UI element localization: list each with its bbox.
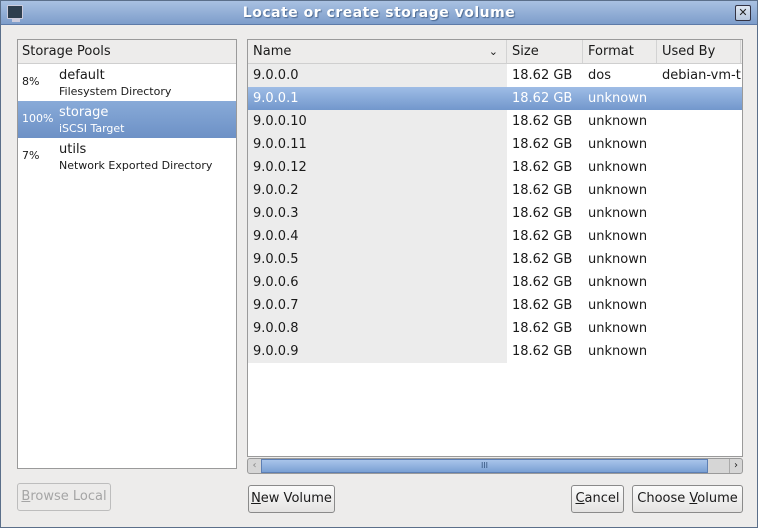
table-row[interactable]: 9.0.0.0 18.62 GB dos debian-vm-te [248, 64, 742, 87]
cell-format: unknown [588, 321, 648, 336]
pool-usage: 100% [22, 112, 54, 125]
cell-format: unknown [588, 298, 648, 313]
volumes-header: Name ⌄ Size Format Used By [248, 40, 742, 64]
scroll-right-icon[interactable]: › [729, 459, 742, 473]
pool-usage: 8% [22, 75, 40, 88]
column-header-name[interactable]: Name ⌄ [248, 40, 507, 63]
cell-name: 9.0.0.5 [248, 248, 507, 271]
table-row[interactable]: 9.0.0.7 18.62 GB unknown [248, 294, 742, 317]
cell-used-by [657, 110, 741, 133]
cell-format: unknown [588, 114, 648, 129]
cell-name: 9.0.0.11 [248, 133, 507, 156]
pool-name: storage [59, 105, 109, 120]
cell-size: 18.62 GB [512, 68, 573, 83]
cell-format: unknown [588, 275, 648, 290]
cell-size: 18.62 GB [512, 298, 573, 313]
cell-name: 9.0.0.6 [248, 271, 507, 294]
cell-format: unknown [588, 206, 648, 221]
cell-name: 9.0.0.7 [248, 294, 507, 317]
pool-name: utils [59, 142, 87, 157]
cell-used-by [657, 294, 741, 317]
cell-name: 9.0.0.8 [248, 317, 507, 340]
cell-format: dos [588, 68, 611, 83]
table-row[interactable]: 9.0.0.10 18.62 GB unknown [248, 110, 742, 133]
cell-name: 9.0.0.3 [248, 202, 507, 225]
table-row[interactable]: 9.0.0.4 18.62 GB unknown [248, 225, 742, 248]
table-row[interactable]: 9.0.0.5 18.62 GB unknown [248, 248, 742, 271]
table-row[interactable]: 9.0.0.12 18.62 GB unknown [248, 156, 742, 179]
cell-size: 18.62 GB [512, 275, 573, 290]
dialog-window: Locate or create storage volume ✕ Storag… [0, 0, 758, 528]
cell-name: 9.0.0.9 [248, 340, 507, 363]
cell-used-by [657, 202, 741, 225]
cell-size: 18.62 GB [512, 252, 573, 267]
cell-used-by [657, 340, 741, 363]
pool-usage: 7% [22, 149, 40, 162]
pool-name: default [59, 68, 105, 83]
cell-size: 18.62 GB [512, 160, 573, 175]
cell-format: unknown [588, 91, 648, 106]
cell-name: 9.0.0.10 [248, 110, 507, 133]
pool-type: iSCSI Target [59, 122, 125, 135]
cell-size: 18.62 GB [512, 206, 573, 221]
table-row[interactable]: 9.0.0.1 18.62 GB unknown [248, 87, 742, 110]
cell-size: 18.62 GB [512, 321, 573, 336]
pools-header[interactable]: Storage Pools [18, 40, 236, 64]
cell-size: 18.62 GB [512, 137, 573, 152]
scroll-left-icon[interactable]: ‹ [248, 459, 261, 473]
cell-name: 9.0.0.12 [248, 156, 507, 179]
volumes-table: Name ⌄ Size Format Used By 9.0.0.0 18.62 GB do… [247, 39, 743, 457]
cell-name: 9.0.0.4 [248, 225, 507, 248]
pool-item-storage[interactable]: 100% storage iSCSI Target [18, 101, 236, 138]
cell-used-by [657, 317, 741, 340]
column-header-used-by[interactable]: Used By [657, 40, 741, 63]
table-row[interactable]: 9.0.0.9 18.62 GB unknown [248, 340, 742, 363]
cell-used-by [657, 248, 741, 271]
cell-used-by [657, 87, 741, 110]
table-row[interactable]: 9.0.0.3 18.62 GB unknown [248, 202, 742, 225]
column-header-format[interactable]: Format [583, 40, 657, 63]
storage-pools-list: Storage Pools 8% default Filesystem Direct… [17, 39, 237, 469]
cell-format: unknown [588, 252, 648, 267]
cell-format: unknown [588, 229, 648, 244]
cell-used-by [657, 179, 741, 202]
choose-volume-button[interactable]: Choose Volume [632, 485, 743, 513]
sort-chevron-down-icon: ⌄ [488, 45, 498, 58]
cell-size: 18.62 GB [512, 229, 573, 244]
title-bar: Locate or create storage volume ✕ [1, 1, 757, 25]
cell-used-by [657, 133, 741, 156]
pool-type: Filesystem Directory [59, 85, 172, 98]
horizontal-scrollbar[interactable]: ‹ III › [247, 458, 743, 474]
cell-used-by [657, 225, 741, 248]
cell-format: unknown [588, 344, 648, 359]
pool-item-default[interactable]: 8% default Filesystem Directory [18, 64, 236, 101]
table-row[interactable]: 9.0.0.11 18.62 GB unknown [248, 133, 742, 156]
cell-size: 18.62 GB [512, 344, 573, 359]
cell-name: 9.0.0.1 [253, 91, 299, 106]
pool-item-utils[interactable]: 7% utils Network Exported Directory [18, 138, 236, 175]
cell-size: 18.62 GB [512, 183, 573, 198]
new-volume-button[interactable]: New Volume [248, 485, 335, 513]
close-button[interactable]: ✕ [735, 5, 751, 21]
cell-size: 18.62 GB [512, 114, 573, 129]
pool-type: Network Exported Directory [59, 159, 213, 172]
cell-format: unknown [588, 183, 648, 198]
cell-format: unknown [588, 160, 648, 175]
table-row[interactable]: 9.0.0.2 18.62 GB unknown [248, 179, 742, 202]
cell-used-by [657, 156, 741, 179]
cell-name: 9.0.0.2 [248, 179, 507, 202]
cell-name: 9.0.0.0 [248, 64, 507, 87]
cell-used-by [657, 271, 741, 294]
table-row[interactable]: 9.0.0.6 18.62 GB unknown [248, 271, 742, 294]
browse-local-button[interactable]: Browse Local [17, 483, 111, 511]
cell-used-by: debian-vm-te [662, 68, 741, 83]
cell-format: unknown [588, 137, 648, 152]
scroll-thumb[interactable]: III [261, 459, 708, 473]
cancel-button[interactable]: Cancel [571, 485, 624, 513]
table-row[interactable]: 9.0.0.8 18.62 GB unknown [248, 317, 742, 340]
column-header-size[interactable]: Size [507, 40, 583, 63]
cell-size: 18.62 GB [512, 91, 573, 106]
window-title: Locate or create storage volume [242, 5, 516, 21]
